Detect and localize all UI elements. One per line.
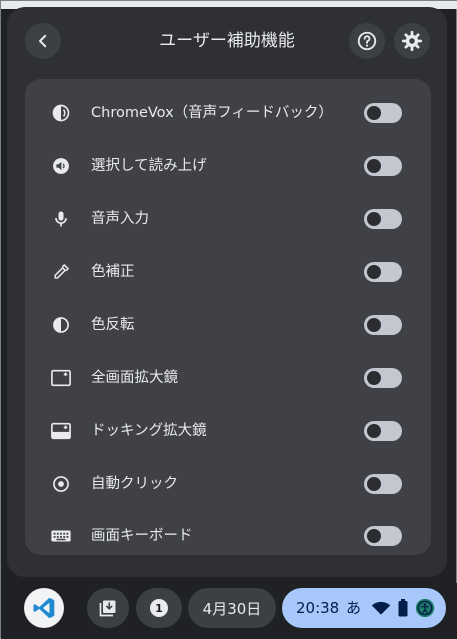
- on-screen-keyboard-toggle[interactable]: [364, 526, 402, 546]
- shelf: 1 4月30日 20:38 あ: [1, 583, 457, 639]
- notification-count: 1: [150, 599, 168, 617]
- feature-row-autoclick[interactable]: 自動クリック: [25, 458, 431, 510]
- feature-list: ChromeVox（音声フィードバック） 選択して読み上げ 音声入力 色補正 色…: [25, 79, 431, 555]
- color-correction-toggle[interactable]: [364, 262, 402, 282]
- feature-row-chromevox[interactable]: ChromeVox（音声フィードバック）: [25, 87, 431, 139]
- color-invert-toggle[interactable]: [364, 315, 402, 335]
- screen: ユーザー補助機能 ChromeVox（音声フィードバック） 選択して読み上げ 音…: [0, 0, 457, 639]
- feature-label: 色補正: [91, 264, 135, 280]
- feature-row-on-screen-keyboard[interactable]: 画面キーボード: [25, 510, 431, 562]
- chromevox-toggle[interactable]: [364, 103, 402, 123]
- vscode-icon: [33, 597, 55, 619]
- panel-header: ユーザー補助機能: [7, 7, 447, 77]
- autoclick-toggle[interactable]: [364, 474, 402, 494]
- select-to-speak-toggle[interactable]: [364, 156, 402, 176]
- docked-magnifier-icon: [49, 419, 73, 443]
- holding-space-button[interactable]: [87, 588, 129, 628]
- dictation-toggle[interactable]: [364, 209, 402, 229]
- notification-button[interactable]: 1: [136, 588, 182, 628]
- feature-label: 色反転: [91, 317, 135, 333]
- accessibility-panel: ユーザー補助機能 ChromeVox（音声フィードバック） 選択して読み上げ 音…: [7, 7, 447, 577]
- feature-row-select-to-speak[interactable]: 選択して読み上げ: [25, 140, 431, 192]
- microphone-icon: [49, 207, 73, 231]
- ime-indicator: あ: [346, 599, 362, 617]
- feature-label: 画面キーボード: [91, 528, 193, 544]
- feature-row-fullscreen-magnifier[interactable]: 全画面拡大鏡: [25, 352, 431, 404]
- vscode-app-button[interactable]: [24, 588, 64, 628]
- battery-icon: [398, 599, 408, 617]
- feature-label: 音声入力: [91, 211, 149, 227]
- feature-row-color-invert[interactable]: 色反転: [25, 299, 431, 351]
- select-to-speak-icon: [49, 154, 73, 178]
- docked-magnifier-toggle[interactable]: [364, 421, 402, 441]
- keyboard-icon: [49, 524, 73, 548]
- autoclick-icon: [49, 472, 73, 496]
- date-tray[interactable]: 4月30日: [188, 588, 276, 628]
- feature-label: ChromeVox（音声フィードバック）: [91, 105, 333, 121]
- feature-row-color-correction[interactable]: 色補正: [25, 246, 431, 298]
- wifi-icon: [371, 601, 391, 615]
- help-icon: [357, 31, 377, 51]
- holding-space-icon: [99, 600, 116, 617]
- chromevox-icon: [49, 101, 73, 125]
- feature-label: 選択して読み上げ: [91, 158, 207, 174]
- fullscreen-magnifier-toggle[interactable]: [364, 368, 402, 388]
- feature-label: ドッキング拡大鏡: [91, 423, 207, 439]
- help-button[interactable]: [349, 23, 385, 59]
- feature-label: 全画面拡大鏡: [91, 370, 178, 386]
- accessibility-icon: [415, 598, 435, 618]
- clock: 20:38: [296, 599, 340, 617]
- color-correction-icon: [49, 260, 73, 284]
- color-invert-icon: [49, 313, 73, 337]
- status-area[interactable]: 20:38 あ: [282, 588, 446, 628]
- settings-button[interactable]: [394, 23, 430, 59]
- feature-label: 自動クリック: [91, 476, 178, 492]
- gear-icon: [401, 30, 423, 52]
- feature-row-dictation[interactable]: 音声入力: [25, 193, 431, 245]
- feature-row-docked-magnifier[interactable]: ドッキング拡大鏡: [25, 405, 431, 457]
- fullscreen-magnifier-icon: [49, 366, 73, 390]
